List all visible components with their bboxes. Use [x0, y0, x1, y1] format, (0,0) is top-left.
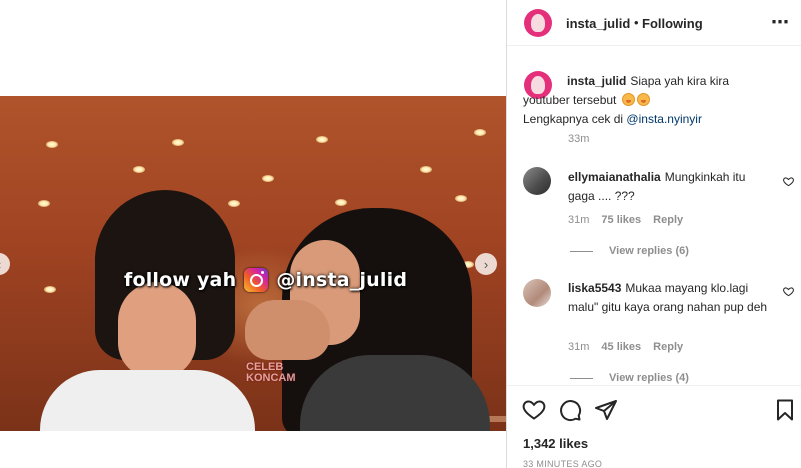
- like-heart-icon[interactable]: [522, 398, 546, 422]
- view-replies-label: View replies (6): [609, 245, 689, 257]
- person-right-hand: [245, 300, 330, 360]
- comment-avatar[interactable]: [523, 279, 551, 307]
- carousel-next-button[interactable]: ›: [475, 253, 497, 275]
- share-icon[interactable]: [594, 398, 618, 422]
- caption-text: insta_julid Siapa yah kira kira youtuber …: [523, 72, 773, 129]
- instagram-logo-icon: [244, 268, 269, 292]
- view-replies-button[interactable]: View replies (6): [570, 245, 689, 257]
- post-side-panel: insta_julid • Following ⋯ insta_julid Sia…: [506, 0, 801, 468]
- comment-meta: 31m 75 likes Reply: [568, 214, 683, 226]
- bookmark-icon[interactable]: [773, 398, 797, 422]
- watermark: CELEB KONCAM: [246, 362, 296, 384]
- ceiling-light: [455, 195, 467, 202]
- caption-username[interactable]: insta_julid: [567, 74, 626, 88]
- view-replies-label: View replies (4): [609, 372, 689, 384]
- post-header: insta_julid • Following ⋯: [507, 0, 801, 46]
- caption-line2: Lengkapnya cek di: [523, 112, 624, 126]
- ceiling-light: [420, 166, 432, 173]
- heart-icon[interactable]: [783, 286, 794, 297]
- more-options-icon[interactable]: ⋯: [771, 12, 790, 33]
- ceiling-light: [228, 200, 240, 207]
- watermark-line2: KONCAM: [246, 372, 296, 384]
- ceiling-light: [335, 199, 347, 206]
- post-media-area: follow yah @insta_julid CELEB KONCAM ‹ ›: [0, 0, 506, 468]
- header-separator: •: [634, 15, 639, 30]
- comment-time[interactable]: 31m: [568, 214, 589, 226]
- post-actions: 1,342 likes 33 MINUTES AGO: [507, 385, 801, 468]
- author-avatar[interactable]: [524, 9, 552, 37]
- ceiling-light: [46, 141, 58, 148]
- post-photo[interactable]: follow yah @insta_julid CELEB KONCAM: [0, 96, 506, 431]
- reply-button[interactable]: Reply: [653, 341, 683, 353]
- comment-text: liska5543 Mukaa mayang klo.lagi malu" git…: [568, 279, 773, 317]
- comment-time[interactable]: 31m: [568, 341, 589, 353]
- following-button[interactable]: Following: [642, 16, 703, 31]
- ceiling-light: [474, 129, 486, 136]
- ceiling-light: [316, 136, 328, 143]
- reply-button[interactable]: Reply: [653, 214, 683, 226]
- caption-time[interactable]: 33m: [568, 133, 589, 145]
- author-username[interactable]: insta_julid: [566, 16, 630, 31]
- comment-likes[interactable]: 45 likes: [601, 341, 641, 353]
- overlay-text-prefix: follow yah: [124, 269, 237, 291]
- overlay-caption: follow yah @insta_julid: [124, 268, 407, 292]
- comment-avatar[interactable]: [523, 167, 551, 195]
- ceiling-light: [38, 200, 50, 207]
- ceiling-light: [172, 139, 184, 146]
- ceiling-light: [44, 286, 56, 293]
- person-left-face: [118, 282, 196, 378]
- likes-count[interactable]: 1,342 likes: [523, 436, 588, 451]
- comment-username[interactable]: ellymaianathalia: [568, 170, 661, 184]
- overlay-handle: @insta_julid: [276, 269, 408, 291]
- comment-meta: 31m 45 likes Reply: [568, 341, 683, 353]
- view-replies-button[interactable]: View replies (4): [570, 372, 689, 384]
- emoji-icon: [636, 93, 650, 106]
- emoji-icon: [621, 93, 635, 106]
- person-left-shirt: [40, 370, 255, 431]
- comment-username[interactable]: liska5543: [568, 281, 621, 295]
- comments-list[interactable]: insta_julid Siapa yah kira kira youtuber …: [507, 47, 801, 384]
- post-time-ago[interactable]: 33 MINUTES AGO: [523, 459, 602, 468]
- chevron-right-icon: ›: [483, 256, 489, 272]
- heart-icon[interactable]: [783, 176, 794, 187]
- comment-text: ellymaianathalia Mungkinkah itu gaga ....…: [568, 168, 773, 206]
- ceiling-light: [133, 166, 145, 173]
- comment-likes[interactable]: 75 likes: [601, 214, 641, 226]
- ceiling-light: [262, 175, 274, 182]
- caption-mention-link[interactable]: @insta.nyinyir: [626, 112, 702, 126]
- chevron-left-icon: ‹: [0, 257, 1, 272]
- comment-icon[interactable]: [558, 398, 582, 422]
